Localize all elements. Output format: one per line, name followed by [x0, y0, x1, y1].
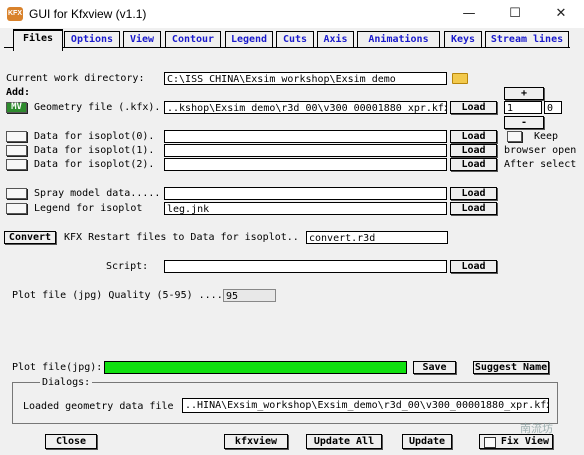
- suggest-name-button[interactable]: Suggest Name: [473, 361, 549, 374]
- loaded-geometry-label: Loaded geometry data file: [23, 401, 174, 412]
- update-button[interactable]: Update: [402, 434, 452, 449]
- tab-keys[interactable]: Keys: [444, 31, 482, 48]
- cwd-field[interactable]: C:\ISS_CHINA\Exsim_workshop\Exsim_demo: [164, 72, 447, 85]
- quality-label: Plot file (jpg) Quality (5-95) ....: [12, 290, 223, 301]
- quality-field[interactable]: 95: [223, 289, 276, 302]
- after-select-label: After select: [504, 159, 577, 170]
- title-bar: KFX GUI for Kfxview (v1.1) — ☐ ✕: [0, 0, 584, 28]
- watermark: 南流坊: [520, 422, 553, 435]
- legend-load-button[interactable]: Load: [450, 202, 497, 215]
- geometry-load-button[interactable]: Load: [450, 101, 497, 114]
- legend-label: Legend for isoplot: [34, 203, 143, 214]
- script-load-button[interactable]: Load: [450, 260, 497, 273]
- spin-plus-button[interactable]: +: [504, 87, 544, 100]
- iso1-label: Data for isoplot(1).: [34, 145, 155, 156]
- folder-icon[interactable]: [452, 73, 468, 84]
- iso0-checkbox[interactable]: [6, 131, 27, 142]
- window-title: GUI for Kfxview (v1.1): [29, 7, 147, 21]
- tab-options[interactable]: Options: [64, 31, 120, 48]
- add-label: Add:: [6, 87, 31, 98]
- script-label: Script:: [106, 261, 149, 272]
- spray-field[interactable]: [164, 187, 447, 200]
- iso1-load-button[interactable]: Load: [450, 144, 497, 157]
- script-field[interactable]: [164, 260, 447, 273]
- fix-view-checkbox[interactable]: [484, 437, 496, 448]
- iso2-checkbox[interactable]: [6, 159, 27, 170]
- app-window: KFX GUI for Kfxview (v1.1) — ☐ ✕ Files O…: [0, 0, 584, 455]
- keep-browser-checkbox[interactable]: [507, 131, 522, 142]
- spray-checkbox[interactable]: [6, 188, 27, 199]
- iso1-field[interactable]: [164, 144, 447, 157]
- tab-cuts[interactable]: Cuts: [276, 31, 314, 48]
- fix-view-button[interactable]: Fix View: [479, 434, 553, 449]
- update-all-button[interactable]: Update All: [306, 434, 382, 449]
- spray-label: Spray model data.....: [34, 188, 161, 199]
- restart-label: KFX Restart files to Data for isoplot..: [64, 232, 299, 243]
- keep-label: Keep: [534, 131, 559, 142]
- convert-field[interactable]: convert.r3d: [306, 231, 448, 244]
- close-window-button[interactable]: ✕: [538, 0, 584, 28]
- loaded-geometry-field[interactable]: ..HINA\Exsim_workshop\Exsim_demo\r3d_00\…: [182, 398, 549, 413]
- fix-view-label: Fix View: [500, 436, 549, 447]
- tab-view[interactable]: View: [123, 31, 161, 48]
- browser-open-label: browser open: [504, 145, 577, 156]
- tab-stream-lines[interactable]: Stream lines: [485, 31, 569, 48]
- save-button[interactable]: Save: [413, 361, 456, 374]
- tab-legend[interactable]: Legend: [225, 31, 273, 48]
- tab-contour[interactable]: Contour: [165, 31, 221, 48]
- iso2-label: Data for isoplot(2).: [34, 159, 155, 170]
- legend-checkbox[interactable]: [6, 203, 27, 214]
- kfxview-button[interactable]: kfxview: [224, 434, 288, 449]
- tab-files[interactable]: Files: [13, 29, 63, 51]
- plotfile-progress-bar: [104, 361, 407, 374]
- geometry-checkbox[interactable]: MV: [6, 102, 27, 113]
- tab-axis[interactable]: Axis: [317, 31, 354, 48]
- iso0-load-button[interactable]: Load: [450, 130, 497, 143]
- geometry-field[interactable]: ..kshop\Exsim_demo\r3d_00\v300_00001880_…: [164, 101, 447, 114]
- app-icon: KFX: [7, 7, 23, 21]
- close-button[interactable]: Close: [45, 434, 97, 449]
- spin-value-field-2[interactable]: 0: [544, 101, 562, 114]
- convert-button[interactable]: Convert: [4, 231, 56, 244]
- iso0-field[interactable]: [164, 130, 447, 143]
- spin-value-field[interactable]: 1: [504, 101, 542, 114]
- geometry-label: Geometry file (.kfx).: [34, 102, 161, 113]
- iso0-label: Data for isoplot(0).: [34, 131, 155, 142]
- minimize-button[interactable]: —: [446, 0, 492, 28]
- spray-load-button[interactable]: Load: [450, 187, 497, 200]
- plotfile-label: Plot file(jpg):: [12, 362, 103, 373]
- maximize-button[interactable]: ☐: [492, 0, 538, 28]
- iso1-checkbox[interactable]: [6, 145, 27, 156]
- iso2-field[interactable]: [164, 158, 447, 171]
- dialogs-label: Dialogs:: [40, 377, 93, 388]
- spin-minus-button[interactable]: -: [504, 116, 544, 129]
- iso2-load-button[interactable]: Load: [450, 158, 497, 171]
- legend-field[interactable]: leg.jnk: [164, 202, 447, 215]
- tab-animations[interactable]: Animations: [357, 31, 440, 48]
- cwd-label: Current work directory:: [6, 73, 145, 84]
